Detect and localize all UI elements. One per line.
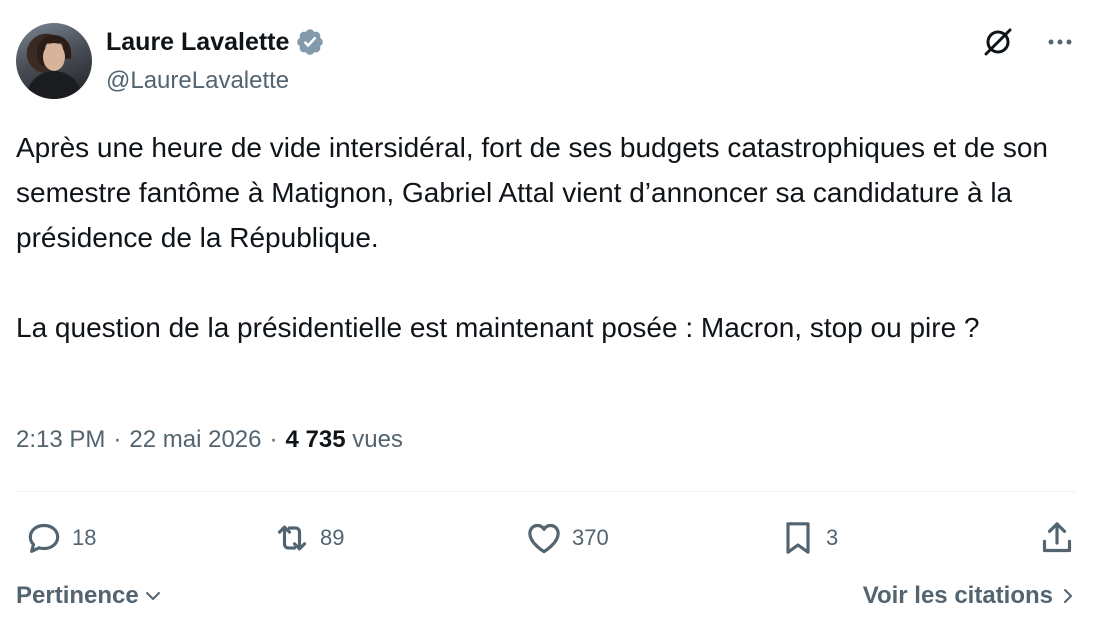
tweet-header: Laure Lavalette @LaureLavalette [16, 21, 1077, 101]
share-button[interactable] [1037, 512, 1077, 564]
tweet-paragraph: Après une heure de vide intersidéral, fo… [16, 132, 1048, 253]
grok-icon[interactable] [981, 25, 1015, 59]
avatar[interactable] [16, 23, 92, 99]
reply-icon [28, 523, 60, 553]
tweet-paragraph: La question de la présidentielle est mai… [16, 312, 980, 343]
like-icon [528, 523, 560, 554]
more-icon[interactable] [1043, 25, 1077, 59]
chevron-down-icon [145, 592, 160, 600]
replies-footer: Pertinence Voir les citations [16, 578, 1077, 618]
author-handle[interactable]: @LaureLavalette [106, 67, 289, 95]
meta-separator: · [113, 426, 122, 453]
action-bar: 18 89 370 3 [16, 512, 1077, 564]
repost-button[interactable]: 89 [272, 512, 344, 564]
like-count: 370 [572, 525, 609, 550]
quotes-label: Voir les citations [862, 582, 1053, 609]
tweet-time[interactable]: 2:13 PM [16, 426, 105, 454]
reply-count: 18 [72, 525, 97, 550]
views-label: vues [352, 426, 403, 453]
tweet-text: Après une heure de vide intersidéral, fo… [16, 125, 1076, 350]
bookmark-button[interactable]: 3 [778, 512, 838, 564]
sort-dropdown[interactable]: Pertinence [16, 582, 163, 610]
tweet-meta: 2:13 PM · 22 mai 2026 · 4 735 vues [16, 426, 403, 454]
tweet-date[interactable]: 22 mai 2026 [129, 426, 261, 454]
like-button[interactable]: 370 [524, 512, 609, 564]
bookmark-icon [786, 522, 810, 554]
repost-icon [277, 525, 307, 551]
divider [16, 491, 1077, 492]
sort-label: Pertinence [16, 582, 139, 609]
meta-separator: · [269, 426, 278, 453]
views-count[interactable]: 4 735 [285, 426, 345, 453]
reply-button[interactable]: 18 [24, 512, 96, 564]
share-icon [1042, 522, 1072, 553]
chevron-right-icon [1064, 589, 1072, 603]
repost-count: 89 [320, 525, 345, 550]
author-name[interactable]: Laure Lavalette [106, 28, 289, 57]
bookmark-count: 3 [826, 525, 839, 550]
view-quotes-link[interactable]: Voir les citations [863, 582, 1077, 610]
verified-badge-icon [297, 29, 324, 55]
author-name-row: Laure Lavalette [106, 27, 325, 57]
